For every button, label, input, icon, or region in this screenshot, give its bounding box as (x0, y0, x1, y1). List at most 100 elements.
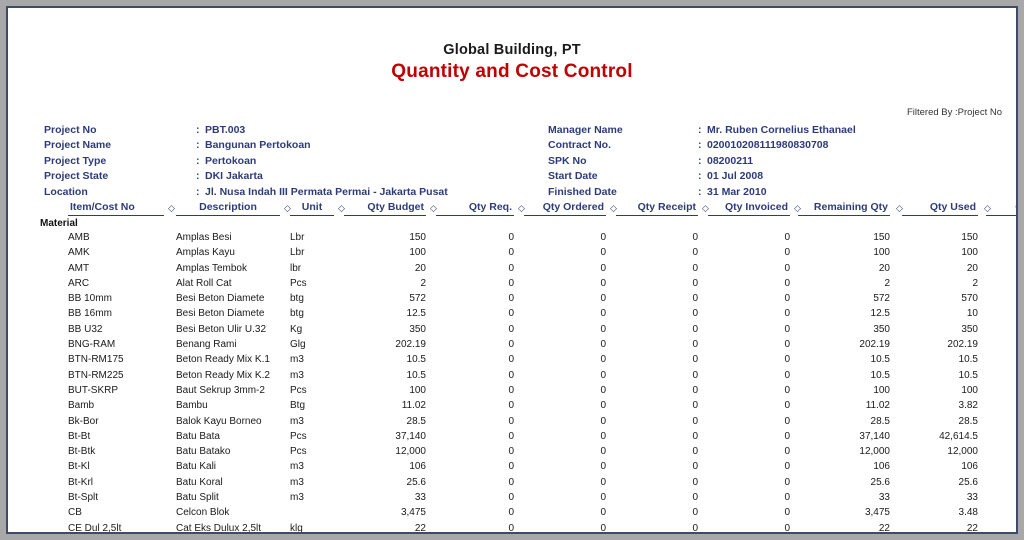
column-header-ordered[interactable]: Qty Ordered (524, 201, 606, 216)
info-separator: : (698, 170, 702, 183)
report-title: Quantity and Cost Control (391, 61, 633, 82)
cell-req: 0 (508, 492, 514, 504)
sort-toggle-icon[interactable]: ◇ (168, 203, 175, 214)
cell-desc: Amplas Kayu (176, 247, 235, 259)
cell-receipt: 0 (692, 492, 698, 504)
column-header-item[interactable]: Item/Cost No (68, 201, 164, 216)
cell-balance: 0 (986, 354, 1016, 368)
column-header-req[interactable]: Qty Req. (436, 201, 514, 216)
cell-receipt: 0 (692, 430, 698, 442)
cell-unit: Pcs (290, 384, 307, 396)
cell-receipt: 0 (692, 277, 698, 289)
column-header-unit[interactable]: Unit (290, 201, 334, 216)
table-row[interactable]: Bt-Bt Batu Bata Pcs 37,140 0 0 0 0 37,140 42,614.… (8, 431, 1016, 446)
column-header-receipt[interactable]: Qty Receipt (616, 201, 698, 216)
cell-ordered: 0 (600, 415, 606, 427)
table-row[interactable]: Bt-Kl Batu Kali m3 106 0 0 0 0 106 106 0 (8, 461, 1016, 476)
table-row[interactable]: AMB Amplas Besi Lbr 150 0 0 0 0 150 150 0 (8, 232, 1016, 247)
table-row[interactable]: BNG-RAM Benang Rami Glg 202.19 0 0 0 0 202.19 202… (8, 339, 1016, 354)
cell-budget: 12.5 (406, 308, 426, 320)
cell-item: AMT (68, 262, 90, 274)
table-row[interactable]: ARCAlat Roll CatPcs20000220 (8, 278, 1016, 293)
column-header-used[interactable]: Qty Used (902, 201, 978, 216)
cell-balance: 0 (986, 523, 1016, 532)
info-value: Bangunan Pertokoan (205, 139, 311, 152)
cell-unit: Pcs (290, 277, 307, 289)
column-header-budget[interactable]: Qty Budget (344, 201, 426, 216)
cell-desc: Beton Ready Mix K.2 (176, 369, 270, 381)
table-row[interactable]: BTN-RM175 Beton Ready Mix K.1 m3 10.5 0 0 0 0 10… (8, 354, 1016, 369)
info-row: Location: Jl. Nusa Indah III Permata Perm… (44, 185, 448, 200)
cell-req: 0 (508, 522, 514, 532)
table-row[interactable]: BTN-RM225 Beton Ready Mix K.2 m3 10.5 0 0 0 0 10… (8, 370, 1016, 385)
cell-unit (290, 507, 334, 521)
table-row[interactable]: Bamb Bambu Btg 11.02 0 0 0 0 11.02 3.82 7.2 (8, 400, 1016, 415)
cell-receipt: 0 (692, 339, 698, 351)
info-value: 01 Jul 2008 (707, 170, 764, 183)
cell-remaining: 100 (873, 384, 890, 396)
cell-remaining: 12,000 (859, 446, 890, 458)
cell-req: 0 (508, 507, 514, 519)
info-row: Manager Name: Mr. Ruben Cornelius Ethanae… (548, 123, 856, 138)
cell-balance: 0 (986, 477, 1016, 491)
cell-used: 3.48 (958, 507, 978, 519)
cell-remaining: 10.5 (870, 369, 890, 381)
table-row[interactable]: BB U32 Besi Beton Ulir U.32 Kg 350 0 0 0 0 350 35… (8, 324, 1016, 339)
cell-remaining: 150 (873, 232, 890, 243)
cell-req: 0 (508, 308, 514, 320)
cell-receipt: 0 (692, 293, 698, 305)
cell-invoiced: 0 (784, 446, 790, 458)
column-header-invoiced[interactable]: Qty Invoiced (708, 201, 790, 216)
cell-desc: Cat Eks Dulux 2,5lt (176, 522, 262, 532)
cell-ordered: 0 (600, 277, 606, 289)
cell-req: 0 (508, 232, 514, 243)
column-header-balance[interactable]: Qty Balance (986, 201, 1016, 216)
cell-remaining: 3,475 (864, 507, 890, 519)
cell-invoiced: 0 (784, 430, 790, 442)
cell-budget: 10.5 (406, 354, 426, 366)
info-value: 020010208111980830708 (707, 139, 829, 152)
info-separator: : (698, 139, 702, 152)
table-row[interactable]: BUT-SKRP Baut Sekrup 3mm-2 Pcs 100 0 0 0 0 100 10… (8, 385, 1016, 400)
cell-balance: 2 (986, 293, 1016, 307)
table-row[interactable]: Bk-Bor Balok Kayu Borneo m3 28.5 0 0 0 0 28.5 28.… (8, 416, 1016, 431)
table-row[interactable]: Bt-Splt Batu Split m3 33 0 0 0 0 33 33 0 (8, 492, 1016, 507)
info-label: Start Date (548, 170, 598, 183)
cell-unit: btg (290, 308, 304, 320)
column-header-remaining[interactable]: Remaining Qty (798, 201, 890, 216)
table-row[interactable]: Bt-Btk Batu Batako Pcs 12,000 0 0 0 0 12,000 12,0… (8, 446, 1016, 461)
info-separator: : (196, 154, 200, 167)
table-row[interactable]: AMT Amplas Tembok lbr 20 0 0 0 0 20 20 0 (8, 263, 1016, 278)
cell-used: 28.5 (958, 415, 978, 427)
info-row: Project Name: Bangunan Pertokoan (44, 138, 448, 153)
cell-desc: Batu Split (176, 492, 219, 504)
info-separator: : (196, 170, 200, 183)
cell-remaining: 350 (873, 323, 890, 335)
table-row[interactable]: BB 16mm Besi Beton Diamete btg 12.5 0 0 0 0 12.5… (8, 308, 1016, 323)
info-row: Contract No.:020010208111980830708 (548, 138, 856, 153)
cell-used: 10 (966, 308, 978, 320)
table-row[interactable]: CB Celcon Blok 3,475 0 0 0 0 3,475 3.48 3,471.53 (8, 507, 1016, 522)
cell-desc: Besi Beton Diamete (176, 293, 265, 305)
cell-receipt: 0 (692, 232, 698, 243)
project-info-left: Project No: PBT.003 Project Name: Bangunan … (44, 123, 448, 200)
table-row[interactable]: BB 10mm Besi Beton Diamete btg 572 0 0 0 0 572 57… (8, 293, 1016, 308)
cell-item: CE Dul 2,5lt (68, 522, 122, 532)
column-header-label: Qty Used (929, 201, 976, 213)
cell-budget: 12,000 (395, 446, 426, 458)
table-row[interactable]: AMK Amplas Kayu Lbr 100 0 0 0 0 100 100 0 (8, 247, 1016, 262)
column-header-desc[interactable]: Description (176, 201, 280, 216)
cell-ordered: 0 (600, 354, 606, 366)
cell-remaining: 28.5 (870, 415, 890, 427)
table-row[interactable]: Bt-Krl Batu Koral m3 25.6 0 0 0 0 25.6 25.6 0 (8, 477, 1016, 492)
cell-item: ARC (68, 277, 90, 289)
cell-budget: 572 (409, 293, 426, 305)
info-label: Contract No. (548, 139, 611, 152)
cell-remaining: 37,140 (859, 430, 890, 442)
table-row[interactable]: CE Dul 2,5lt Cat Eks Dulux 2,5lt klg 22 0 0 0 0… (8, 523, 1016, 532)
info-value: 31 Mar 2010 (707, 185, 767, 198)
cell-budget: 11.02 (401, 400, 426, 412)
cell-req: 0 (508, 277, 514, 289)
cell-balance: 0 (986, 263, 1016, 277)
group-label-material: Material (40, 218, 78, 229)
